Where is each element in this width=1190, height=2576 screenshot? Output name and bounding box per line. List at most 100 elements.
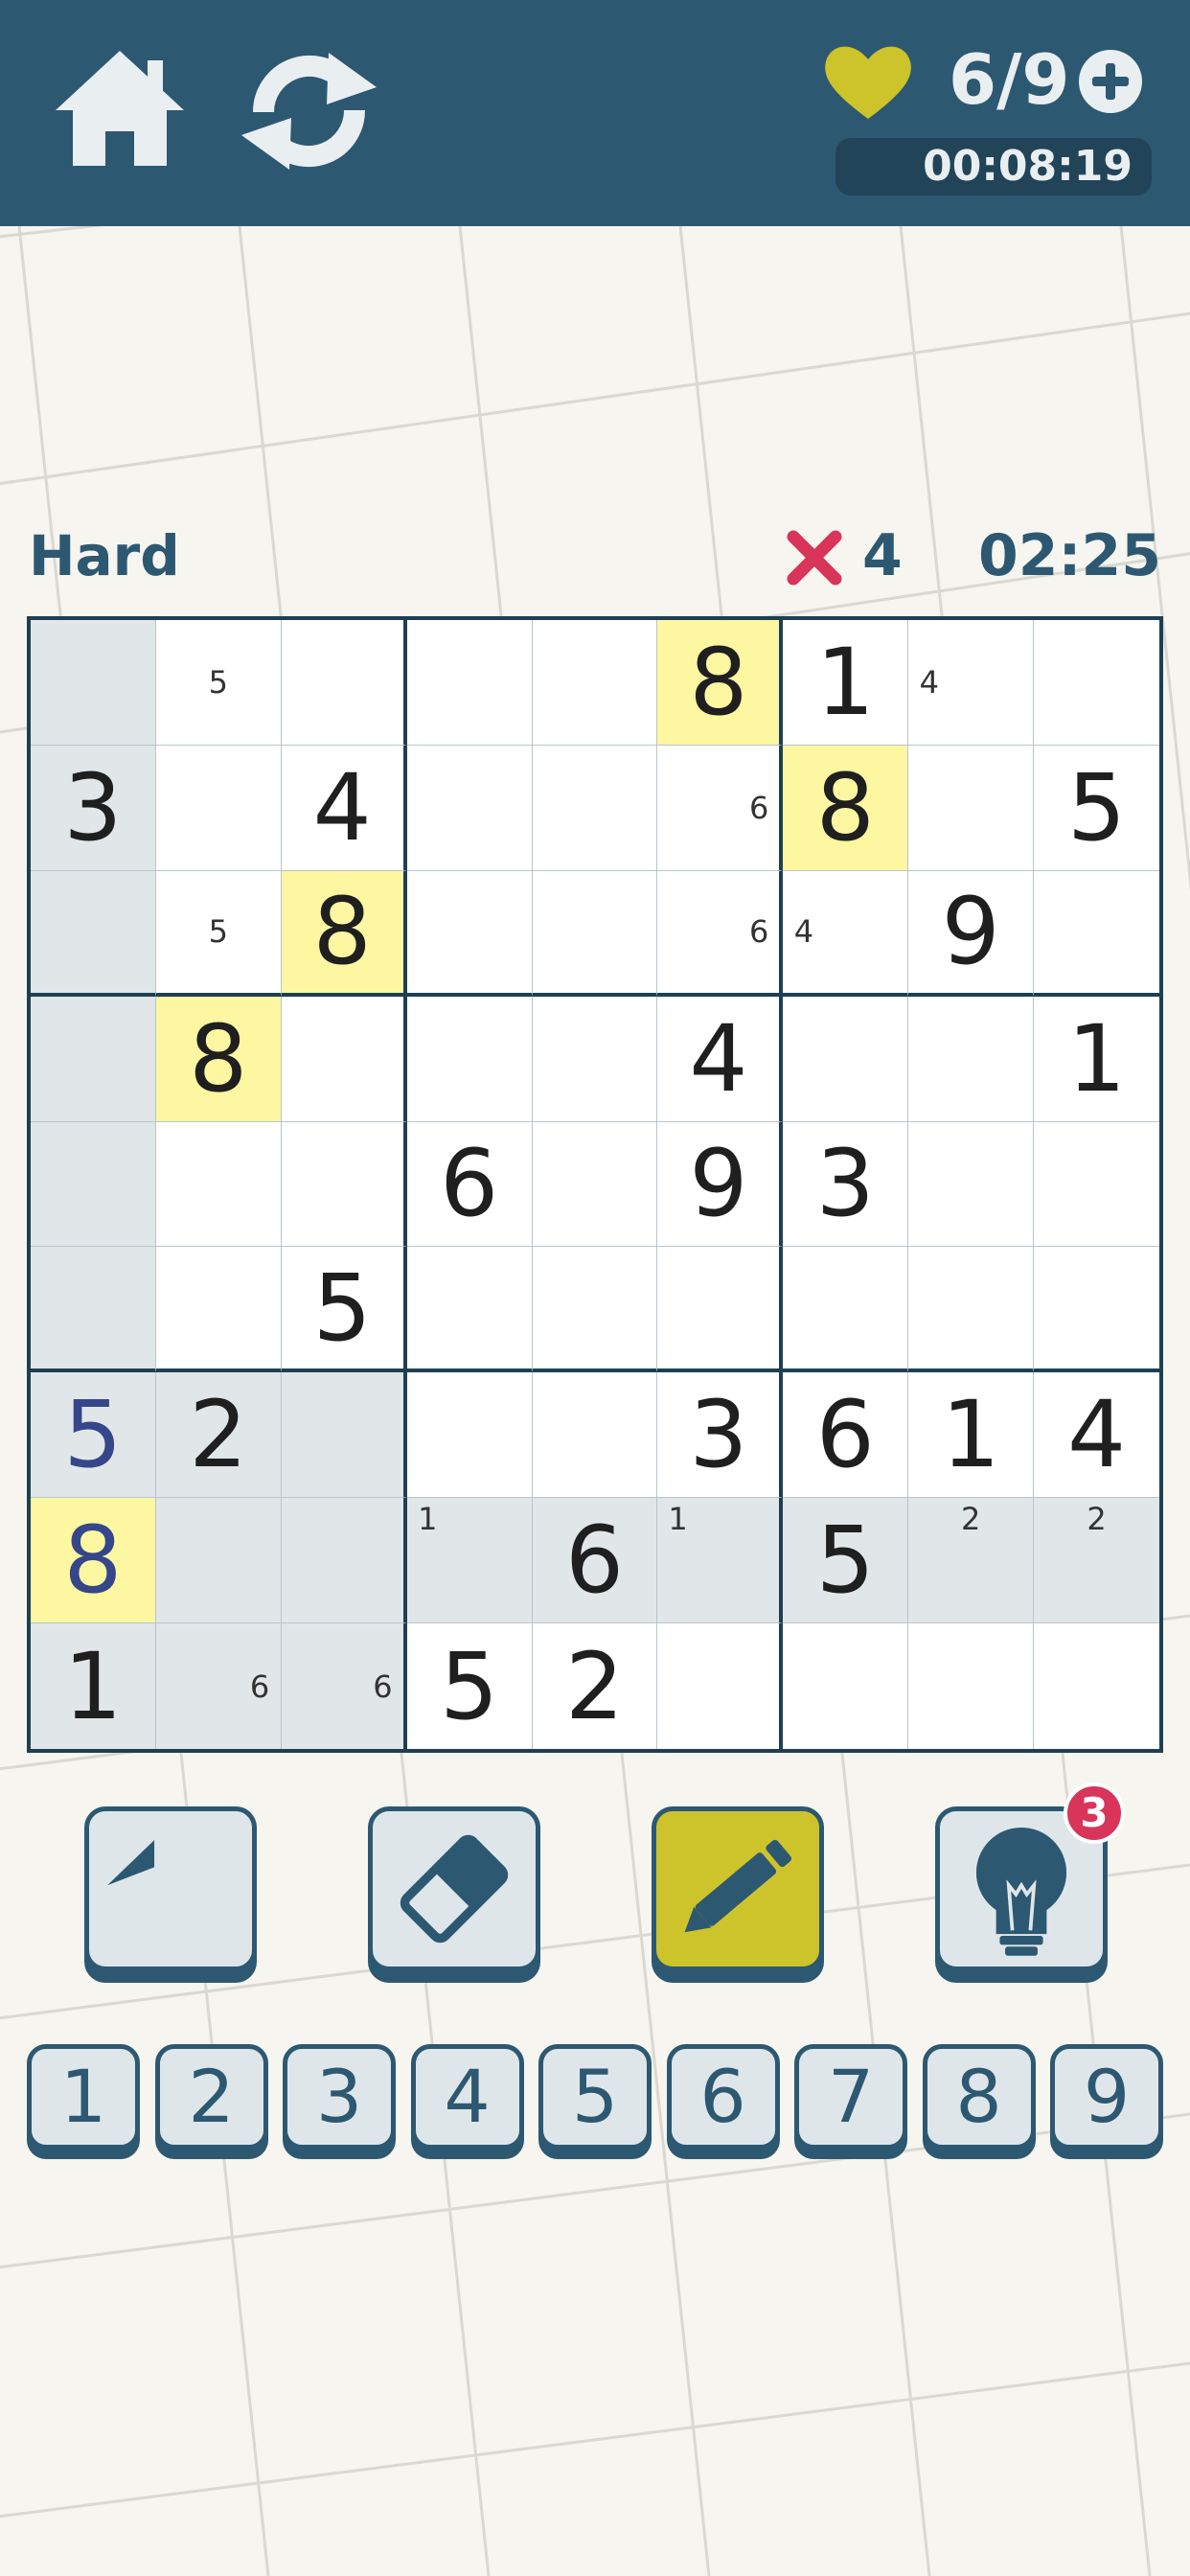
board-cell[interactable]: [406, 745, 533, 871]
board-cell[interactable]: 8: [783, 745, 909, 871]
board-cell[interactable]: 4: [783, 870, 909, 997]
board-cell[interactable]: 8: [281, 870, 407, 997]
home-button[interactable]: [48, 43, 192, 177]
number-key-9[interactable]: 9: [1050, 2044, 1163, 2150]
board-cell[interactable]: [908, 1247, 1035, 1373]
board-cell[interactable]: [532, 996, 658, 1122]
pencil-note: 6: [249, 1668, 270, 1705]
board-cell[interactable]: 6: [657, 870, 784, 997]
board-cell[interactable]: 5: [155, 620, 282, 746]
board-cell[interactable]: [406, 1372, 533, 1499]
board-cell[interactable]: 3: [657, 1372, 784, 1499]
board-cell[interactable]: [1034, 1121, 1159, 1248]
number-key-6[interactable]: 6: [666, 2044, 780, 2150]
number-key-2[interactable]: 2: [154, 2044, 268, 2150]
board-cell[interactable]: [908, 745, 1035, 871]
board-cell[interactable]: [155, 1498, 282, 1624]
undo-button[interactable]: [84, 1806, 257, 1971]
board-cell[interactable]: [1034, 1247, 1159, 1373]
board-cell[interactable]: [783, 1247, 909, 1373]
number-key-5[interactable]: 5: [538, 2044, 652, 2150]
board-cell[interactable]: [31, 870, 156, 997]
board-cell[interactable]: 9: [908, 870, 1035, 997]
board-cell[interactable]: 2: [1034, 1498, 1159, 1624]
board-cell[interactable]: [532, 745, 658, 871]
session-timer: 00:08:19: [923, 142, 1133, 191]
board-cell[interactable]: [281, 1121, 407, 1248]
board-cell[interactable]: 4: [908, 620, 1035, 746]
board-cell[interactable]: 8: [155, 996, 282, 1122]
board-cell[interactable]: [1034, 1623, 1159, 1749]
board-cell[interactable]: 5: [406, 1623, 533, 1749]
erase-button[interactable]: [368, 1806, 540, 1971]
board-cell[interactable]: [281, 1498, 407, 1624]
number-pad: 123456789: [27, 2044, 1163, 2157]
number-key-7[interactable]: 7: [794, 2044, 907, 2150]
board-cell[interactable]: [31, 1121, 156, 1248]
board-cell[interactable]: 6: [532, 1498, 658, 1624]
board-cell[interactable]: [281, 620, 407, 746]
board-cell[interactable]: 5: [783, 1498, 909, 1624]
board-cell[interactable]: 5: [31, 1372, 156, 1499]
board-cell[interactable]: [406, 870, 533, 997]
board-cell[interactable]: [1034, 870, 1159, 997]
board-cell[interactable]: 3: [783, 1121, 909, 1248]
board-cell[interactable]: 3: [31, 745, 156, 871]
board-cell[interactable]: [532, 1121, 658, 1248]
number-key-8[interactable]: 8: [922, 2044, 1036, 2150]
board-cell[interactable]: 6: [783, 1372, 909, 1499]
board-cell[interactable]: 9: [657, 1121, 784, 1248]
board-cell[interactable]: 2: [908, 1498, 1035, 1624]
board-cell[interactable]: 8: [31, 1498, 156, 1624]
board-cell[interactable]: 1: [908, 1372, 1035, 1499]
board-cell[interactable]: 1: [1034, 996, 1159, 1122]
board-cell[interactable]: 4: [657, 996, 784, 1122]
board-cell[interactable]: 1: [406, 1498, 533, 1624]
board-cell[interactable]: [406, 1247, 533, 1373]
board-cell[interactable]: [155, 1247, 282, 1373]
board-cell[interactable]: [532, 1372, 658, 1499]
board-cell[interactable]: [281, 1372, 407, 1499]
board-cell[interactable]: [31, 1247, 156, 1373]
number-key-3[interactable]: 3: [283, 2044, 396, 2150]
restart-button[interactable]: [235, 43, 383, 177]
notes-button[interactable]: [652, 1806, 824, 1971]
board-cell[interactable]: [1034, 620, 1159, 746]
board-cell[interactable]: [657, 1247, 784, 1373]
board-cell[interactable]: 1: [783, 620, 909, 746]
board-cell[interactable]: [155, 745, 282, 871]
board-cell[interactable]: [908, 1121, 1035, 1248]
board-cell[interactable]: [406, 996, 533, 1122]
number-key-4[interactable]: 4: [410, 2044, 524, 2150]
board-cell[interactable]: 6: [155, 1623, 282, 1749]
board-cell[interactable]: [908, 1623, 1035, 1749]
board-cell[interactable]: 5: [155, 870, 282, 997]
board-cell[interactable]: [31, 996, 156, 1122]
board-cell[interactable]: [31, 620, 156, 746]
board-cell[interactable]: 4: [281, 745, 407, 871]
board-cell[interactable]: [908, 996, 1035, 1122]
board-cell[interactable]: 4: [1034, 1372, 1159, 1499]
board-cell[interactable]: [281, 996, 407, 1122]
board-cell[interactable]: [783, 1623, 909, 1749]
board-cell[interactable]: [532, 620, 658, 746]
board-cell[interactable]: 2: [155, 1372, 282, 1499]
board-cell[interactable]: 6: [657, 745, 784, 871]
board-cell[interactable]: 1: [657, 1498, 784, 1624]
board-cell[interactable]: 1: [31, 1623, 156, 1749]
board-cell[interactable]: 2: [532, 1623, 658, 1749]
board-cell[interactable]: [657, 1623, 784, 1749]
cell-digit: 6: [815, 1381, 875, 1489]
board-cell[interactable]: [532, 870, 658, 997]
board-cell[interactable]: 6: [406, 1121, 533, 1248]
add-lives-icon[interactable]: [1077, 48, 1144, 115]
board-cell[interactable]: 8: [657, 620, 784, 746]
number-key-1[interactable]: 1: [27, 2044, 140, 2150]
board-cell[interactable]: [406, 620, 533, 746]
board-cell[interactable]: 6: [281, 1623, 407, 1749]
board-cell[interactable]: 5: [281, 1247, 407, 1373]
board-cell[interactable]: [155, 1121, 282, 1248]
board-cell[interactable]: [783, 996, 909, 1122]
board-cell[interactable]: 5: [1034, 745, 1159, 871]
board-cell[interactable]: [532, 1247, 658, 1373]
